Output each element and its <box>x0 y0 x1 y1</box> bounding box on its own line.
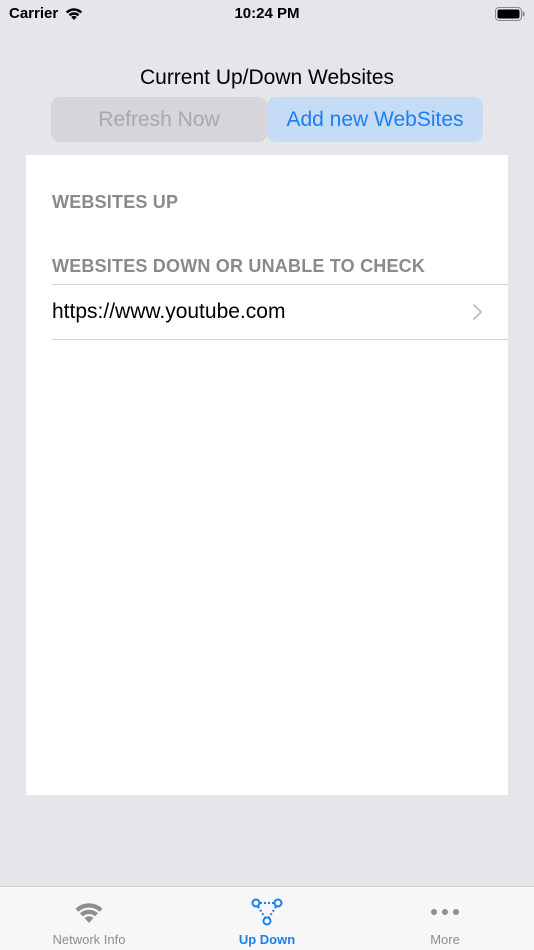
tab-label: More <box>430 932 460 947</box>
tab-up-down[interactable]: Up Down <box>178 887 356 950</box>
network-nodes-icon <box>249 897 285 927</box>
websites-up-header: WEBSITES UP <box>52 192 179 212</box>
tab-label: Up Down <box>238 932 296 947</box>
list-item[interactable]: https://www.youtube.com <box>52 284 508 340</box>
status-time: 10:24 PM <box>234 5 300 22</box>
tab-bar: Network Info Up Down More <box>0 886 534 950</box>
add-new-websites-button[interactable]: Add new WebSites <box>267 97 483 142</box>
tab-network-info[interactable]: Network Info <box>0 887 178 950</box>
websites-down-header: WEBSITES DOWN OR UNABLE TO CHECK <box>52 256 426 276</box>
battery-icon <box>495 7 525 21</box>
status-bar: Carrier 10:24 PM <box>0 0 534 30</box>
refresh-now-button[interactable]: Refresh Now <box>51 97 267 142</box>
page-title: Current Up/Down Websites <box>139 66 395 89</box>
more-dots-icon <box>427 897 463 927</box>
action-segmented-control: Refresh Now Add new WebSites <box>51 97 483 142</box>
tab-label: Network Info <box>52 932 126 947</box>
wifi-icon <box>71 897 107 927</box>
chevron-right-icon <box>473 304 482 320</box>
websites-list: WEBSITES UP WEBSITES DOWN OR UNABLE TO C… <box>26 155 508 795</box>
tab-more[interactable]: More <box>356 887 534 950</box>
website-url: https://www.youtube.com <box>52 300 286 323</box>
